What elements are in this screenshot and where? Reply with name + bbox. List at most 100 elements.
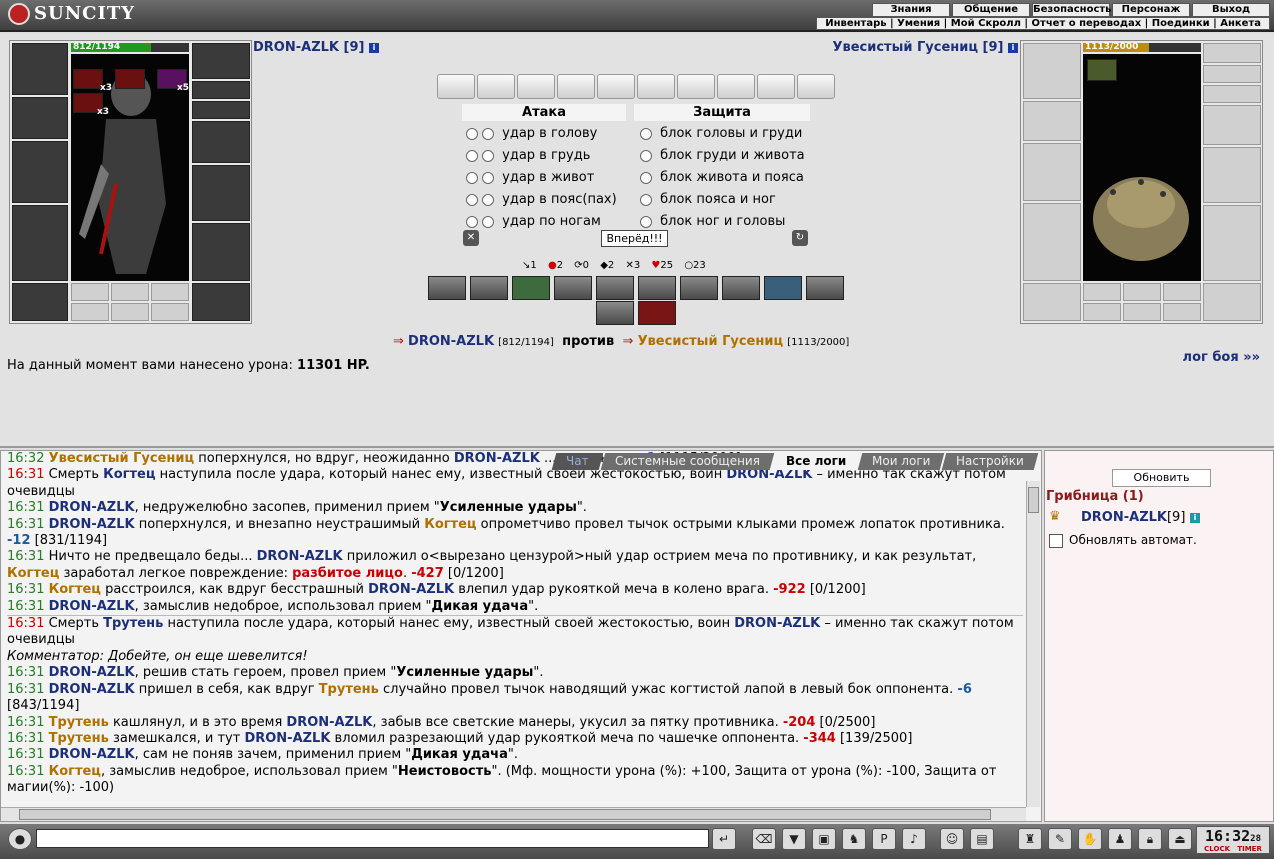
helmet-slot[interactable] [1023,43,1081,99]
potion-slot[interactable] [115,69,145,89]
player-name-link[interactable]: DRON-AZLK [454,451,540,466]
vertical-scrollbar[interactable] [1026,481,1040,807]
suncity-logo[interactable]: SUNCITY [8,3,158,29]
scroll-slot[interactable] [797,74,835,99]
info-icon[interactable]: i [1008,42,1018,53]
rune-slot[interactable] [1083,283,1121,301]
enter-icon[interactable]: ↵ [712,828,736,850]
lock-icon[interactable]: 🔒︎ [1138,828,1162,850]
attack-option[interactable]: удар в живот [466,170,594,186]
amulet-slot[interactable] [192,81,250,99]
bracers-slot[interactable] [12,97,68,139]
sound-icon[interactable]: ♪ [902,828,926,850]
enemy-name-link[interactable]: Когтец [49,764,101,779]
rune-slot[interactable] [111,283,149,301]
amulet-slot[interactable] [192,43,250,79]
tab-my-logs[interactable]: Мои логи [857,453,945,470]
chat-settings-icon[interactable]: ▤ [970,828,994,850]
hand-icon[interactable]: ✋ [1078,828,1102,850]
helmet-slot[interactable] [12,43,68,95]
radio-right[interactable] [482,171,494,184]
skill-icon[interactable] [596,276,634,300]
auto-refresh-checkbox[interactable] [1049,533,1063,548]
player-name-link[interactable]: DRON-AZLK [49,747,135,762]
smiley-icon[interactable]: ☺ [940,828,964,850]
player-name-link[interactable]: DRON-AZLK [49,665,135,680]
rune-slot[interactable] [1123,303,1161,321]
radio[interactable] [640,149,652,162]
enemy-name[interactable]: Увесистый Гусениц [9] i [832,40,1018,55]
online-user[interactable]: DRON-AZLK[9] i [1081,510,1200,525]
scroll-thumb[interactable] [19,809,991,820]
scroll-slot[interactable] [597,74,635,99]
bracers-slot[interactable] [1023,101,1081,141]
boots-slot[interactable] [192,283,250,321]
scroll-icon[interactable]: ✎ [1048,828,1072,850]
menu-character[interactable]: Персонаж [1112,3,1190,17]
scroll-slot[interactable] [477,74,515,99]
rings-slot[interactable] [192,101,250,119]
radio[interactable] [640,193,652,206]
weapon-slot[interactable] [1023,143,1081,201]
armor-slot[interactable] [1023,203,1081,281]
player-name-link[interactable]: DRON-AZLK [368,582,454,597]
character-submenu[interactable]: Инвентарь | Умения | Мой Скролл | Отчет … [816,17,1270,30]
chat-input[interactable] [36,829,709,848]
skill-icon[interactable] [722,276,760,300]
skill-icon[interactable] [638,276,676,300]
refresh-button[interactable]: Обновить [1112,469,1211,487]
skill-icon[interactable] [512,276,550,300]
menu-knowledge[interactable]: Знания [872,3,950,17]
tab-settings[interactable]: Настройки [941,453,1039,470]
radio-left[interactable] [466,215,478,228]
armor-slot[interactable] [12,205,68,281]
menu-communication[interactable]: Общение [952,3,1030,17]
rune-slot[interactable] [71,303,109,321]
amulet-slot[interactable] [1203,43,1261,63]
scroll-slot[interactable] [677,74,715,99]
radio-right[interactable] [482,215,494,228]
skill-icon[interactable] [764,276,802,300]
attack-option[interactable]: удар в грудь [466,148,590,164]
scroll-slot[interactable] [437,74,475,99]
eraser-icon[interactable]: ⌫ [752,828,776,850]
battle-log-link[interactable]: лог боя »» [1183,350,1260,365]
amulet-slot[interactable] [1203,65,1261,83]
belt-slot[interactable] [12,283,68,321]
defense-option[interactable]: блок головы и груди [640,126,802,142]
person-icon[interactable]: ♞ [842,828,866,850]
radio-left[interactable] [466,127,478,140]
player-name-link[interactable]: DRON-AZLK [49,599,135,614]
skill-icon[interactable] [806,276,844,300]
potion-slot[interactable] [73,69,103,89]
radio[interactable] [640,215,652,228]
player-name[interactable]: DRON-AZLK [9] i [253,40,379,55]
forward-button[interactable]: Вперёд!!! [601,230,668,247]
scroll-slot[interactable] [717,74,755,99]
attack-option[interactable]: удар по ногам [466,214,601,230]
enemy-name-link[interactable]: Трутень [49,715,109,730]
greaves-slot[interactable] [192,223,250,281]
menu-security[interactable]: Безопасность [1032,3,1112,17]
enemy-name-link[interactable]: Увесистый Гусениц [49,451,195,466]
radio[interactable] [640,127,652,140]
skill-icon[interactable] [428,276,466,300]
scroll-slot[interactable] [517,74,555,99]
skill-icon[interactable] [638,301,676,325]
weapon-slot[interactable] [12,141,68,203]
refresh-icon[interactable]: ↻ [792,230,808,246]
rune-slot[interactable] [1163,283,1201,301]
player-name-link[interactable]: DRON-AZLK [244,731,330,746]
shield-slot[interactable] [1203,147,1261,203]
weapon-offhand-slot[interactable] [192,165,250,221]
defense-option[interactable]: блок живота и пояса [640,170,804,186]
radio[interactable] [640,171,652,184]
radio-left[interactable] [466,149,478,162]
player-name-link[interactable]: DRON-AZLK [257,549,343,564]
horizontal-scrollbar[interactable] [1,807,1026,821]
player-name-link[interactable]: DRON-AZLK [286,715,372,730]
victim-name-link[interactable]: Трутень [103,616,163,631]
crossed-swords-icon[interactable]: ✕ [463,230,479,246]
scroll-slot[interactable] [557,74,595,99]
belt-slot[interactable] [1023,283,1081,321]
